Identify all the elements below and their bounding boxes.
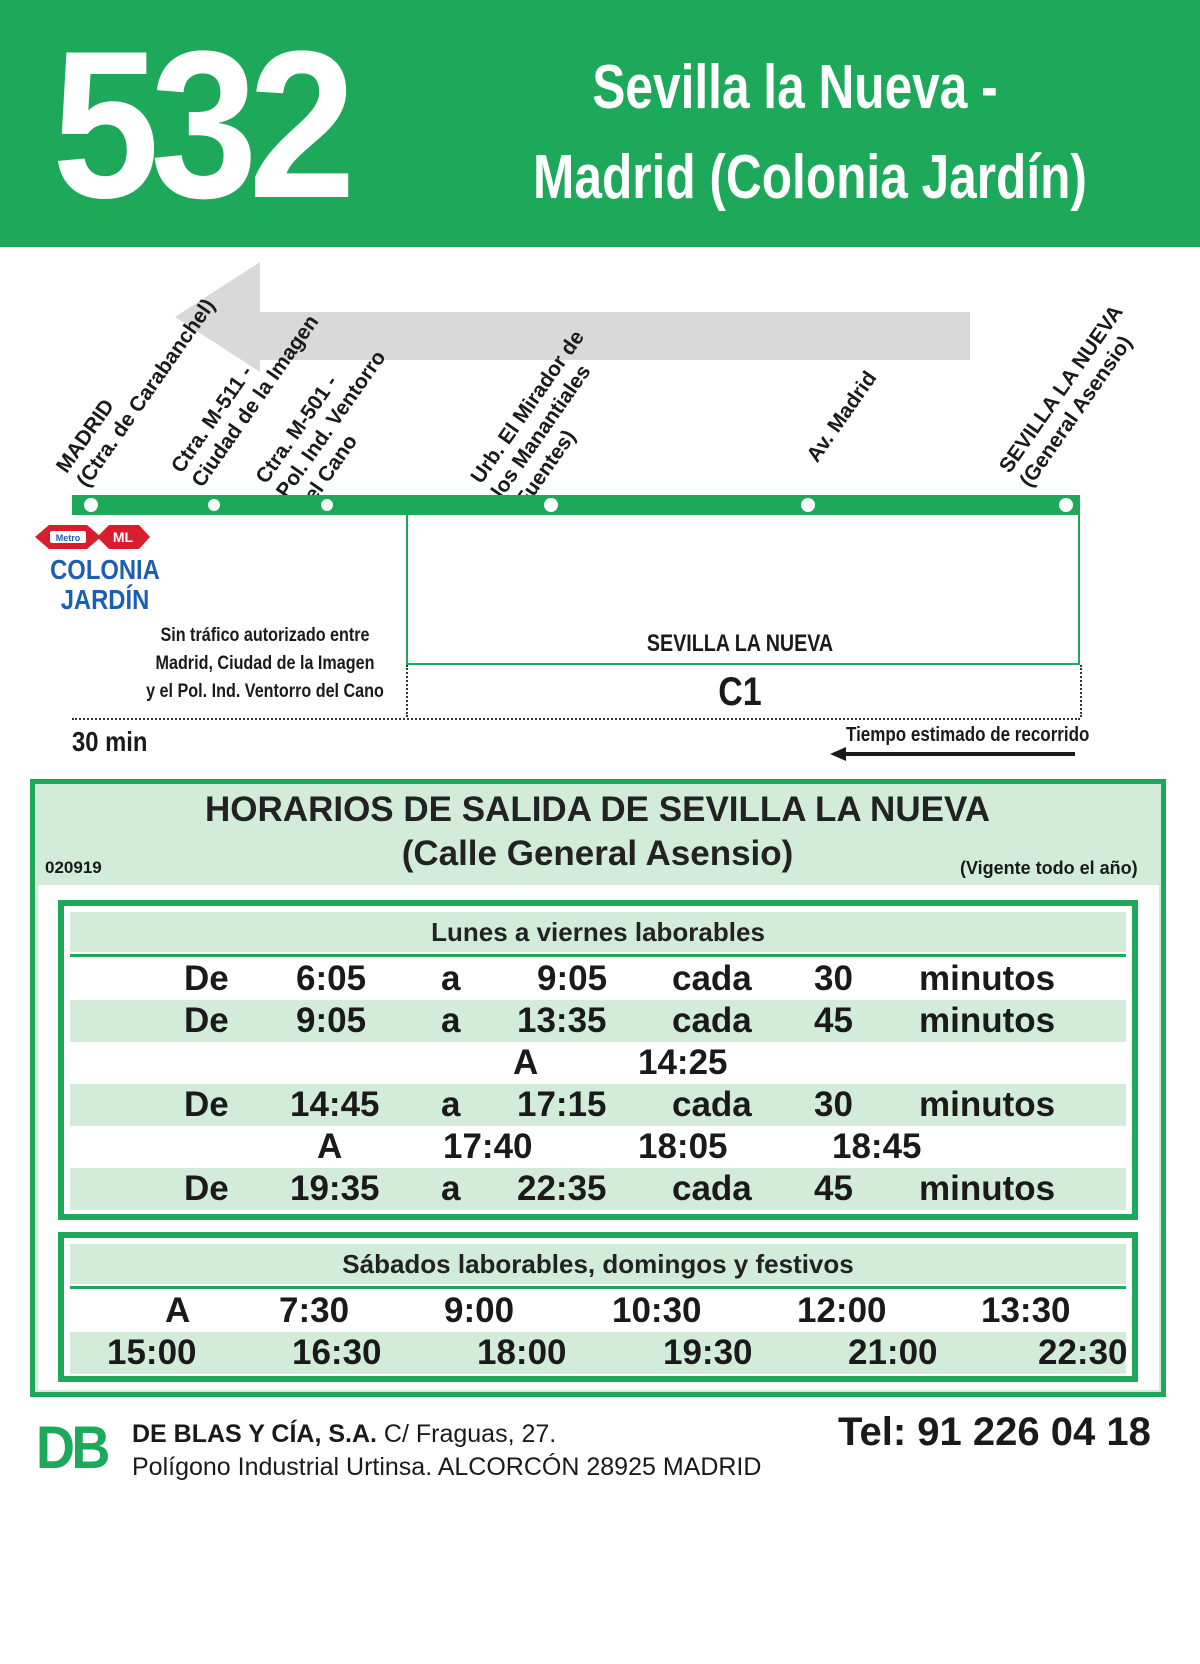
weekday-heading: Lunes a viernes laborables bbox=[70, 912, 1126, 952]
colonia-line2: JARDÍN bbox=[60, 584, 150, 615]
to-time: 22:35 bbox=[517, 1169, 607, 1208]
route-name-line2: Madrid (Colonia Jardín) bbox=[533, 143, 1087, 212]
colonia-jardin-label: COLONIA JARDÍN bbox=[37, 555, 173, 615]
company-address: Polígono Industrial Urtinsa. ALCORCÓN 28… bbox=[132, 1453, 762, 1481]
to-time: 17:15 bbox=[517, 1085, 607, 1124]
schedule-row: 15:00 16:30 18:00 19:30 21:00 22:30 bbox=[70, 1332, 1128, 1374]
departure-time: 16:30 bbox=[292, 1333, 382, 1372]
departure-time: 7:30 bbox=[279, 1291, 350, 1330]
arrow-left-icon bbox=[830, 747, 1075, 761]
weekend-schedule: Sábados laborables, domingos y festivos … bbox=[58, 1232, 1138, 1382]
schedule-row: De 9:05 a 13:35 cada 45 minutos bbox=[70, 1000, 1126, 1042]
section-divider bbox=[70, 1286, 1126, 1289]
departure-time: 12:00 bbox=[797, 1291, 887, 1330]
route-number: 532 bbox=[52, 7, 356, 242]
company-line: DE BLAS Y CÍA, S.A. C/ Fraguas, 27. bbox=[132, 1420, 556, 1449]
colonia-line1: COLONIA bbox=[50, 554, 160, 585]
unit-label: minutos bbox=[919, 959, 1056, 998]
a-label: A bbox=[165, 1291, 191, 1330]
a-label: a bbox=[441, 1085, 461, 1124]
from-time: 6:05 bbox=[296, 959, 367, 998]
travel-time: 30 min bbox=[72, 726, 148, 757]
stop-marker bbox=[1059, 498, 1073, 512]
cada-label: cada bbox=[672, 1169, 752, 1208]
unit-label: minutos bbox=[919, 1085, 1056, 1124]
departure-time: 9:00 bbox=[444, 1291, 515, 1330]
time-3: 18:45 bbox=[832, 1127, 922, 1166]
a-label: a bbox=[441, 959, 461, 998]
route-name-line1: Sevilla la Nueva - bbox=[592, 53, 998, 122]
to-time: 9:05 bbox=[537, 959, 608, 998]
stop-marker bbox=[84, 498, 98, 512]
single-time: 14:25 bbox=[638, 1043, 728, 1082]
weekday-schedule: Lunes a viernes laborables De 6:05 a 9:0… bbox=[58, 900, 1138, 1220]
ml-logo-text: ML bbox=[113, 529, 134, 545]
a-label: A bbox=[317, 1127, 343, 1166]
de-label: De bbox=[184, 959, 229, 998]
departure-time: 18:00 bbox=[477, 1333, 567, 1372]
traffic-notice: Sin tráfico autorizado entre Madrid, Ciu… bbox=[142, 622, 389, 706]
departure-time: 13:30 bbox=[981, 1291, 1071, 1330]
notice-line2: Madrid, Ciudad de la Imagen bbox=[155, 653, 375, 674]
time-estimate-label: Tiempo estimado de recorrido bbox=[846, 724, 1090, 746]
frequency: 45 bbox=[814, 1001, 853, 1040]
departure-time: 15:00 bbox=[107, 1333, 197, 1372]
a-label: A bbox=[513, 1043, 539, 1082]
stop-marker bbox=[544, 498, 558, 512]
stop-label-av-madrid: Av. Madrid bbox=[802, 367, 882, 467]
schedule-code: 020919 bbox=[45, 858, 102, 877]
schedule-row: A 14:25 bbox=[70, 1042, 1126, 1084]
schedule-row: De 19:35 a 22:35 cada 45 minutos bbox=[70, 1168, 1126, 1210]
time-2: 18:05 bbox=[638, 1127, 728, 1166]
cada-label: cada bbox=[672, 959, 752, 998]
unit-label: minutos bbox=[919, 1169, 1056, 1208]
departure-time: 10:30 bbox=[612, 1291, 702, 1330]
departure-time: 22:30 bbox=[1038, 1333, 1128, 1372]
weekend-heading: Sábados laborables, domingos y festivos bbox=[70, 1244, 1126, 1284]
db-logo: DB bbox=[36, 1414, 110, 1481]
notice-line1: Sin tráfico autorizado entre bbox=[160, 625, 370, 646]
departure-time: 19:30 bbox=[663, 1333, 753, 1372]
a-label: a bbox=[441, 1001, 461, 1040]
a-label: a bbox=[441, 1169, 461, 1208]
stop-marker bbox=[801, 498, 815, 512]
schedule-row: De 6:05 a 9:05 cada 30 minutos bbox=[70, 958, 1126, 1000]
unit-label: minutos bbox=[919, 1001, 1056, 1040]
cada-label: cada bbox=[672, 1085, 752, 1124]
zone-town-label: SEVILLA LA NUEVA bbox=[646, 630, 834, 657]
notice-line3: y el Pol. Ind. Ventorro del Cano bbox=[146, 681, 384, 702]
stop-marker-no-service bbox=[319, 497, 335, 513]
phone-number: Tel: 91 226 04 18 bbox=[838, 1410, 1151, 1454]
section-divider bbox=[70, 954, 1126, 957]
frequency: 30 bbox=[814, 1085, 853, 1124]
de-label: De bbox=[184, 1001, 229, 1040]
dotted-divider bbox=[72, 718, 1080, 720]
company-name: DE BLAS Y CÍA, S.A. bbox=[132, 1420, 377, 1448]
stop-label-sevilla: SEVILLA LA NUEVA (General Asensio) bbox=[994, 301, 1137, 492]
departure-time: 21:00 bbox=[848, 1333, 938, 1372]
route-line-bar bbox=[72, 495, 1080, 515]
metro-logo-text: Metro bbox=[56, 533, 81, 543]
from-time: 14:45 bbox=[290, 1085, 380, 1124]
zone-code-label: C1 bbox=[718, 670, 762, 714]
de-label: De bbox=[184, 1085, 229, 1124]
time-1: 17:40 bbox=[443, 1127, 533, 1166]
from-time: 19:35 bbox=[290, 1169, 380, 1208]
to-time: 13:35 bbox=[517, 1001, 607, 1040]
frequency: 30 bbox=[814, 959, 853, 998]
company-street: C/ Fraguas, 27. bbox=[376, 1420, 557, 1448]
validity-note: (Vigente todo el año) bbox=[960, 858, 1138, 878]
schedule-title: HORARIOS DE SALIDA DE SEVILLA LA NUEVA bbox=[205, 790, 990, 829]
schedule-row: A 17:40 18:05 18:45 bbox=[70, 1126, 1126, 1168]
frequency: 45 bbox=[814, 1169, 853, 1208]
metro-ml-logo: Metro ML bbox=[35, 525, 150, 549]
cada-label: cada bbox=[672, 1001, 752, 1040]
from-time: 9:05 bbox=[296, 1001, 367, 1040]
schedule-row: A 7:30 9:00 10:30 12:00 13:30 bbox=[70, 1290, 1126, 1332]
de-label: De bbox=[184, 1169, 229, 1208]
stop-marker-no-service bbox=[206, 497, 222, 513]
schedule-row: De 14:45 a 17:15 cada 30 minutos bbox=[70, 1084, 1126, 1126]
